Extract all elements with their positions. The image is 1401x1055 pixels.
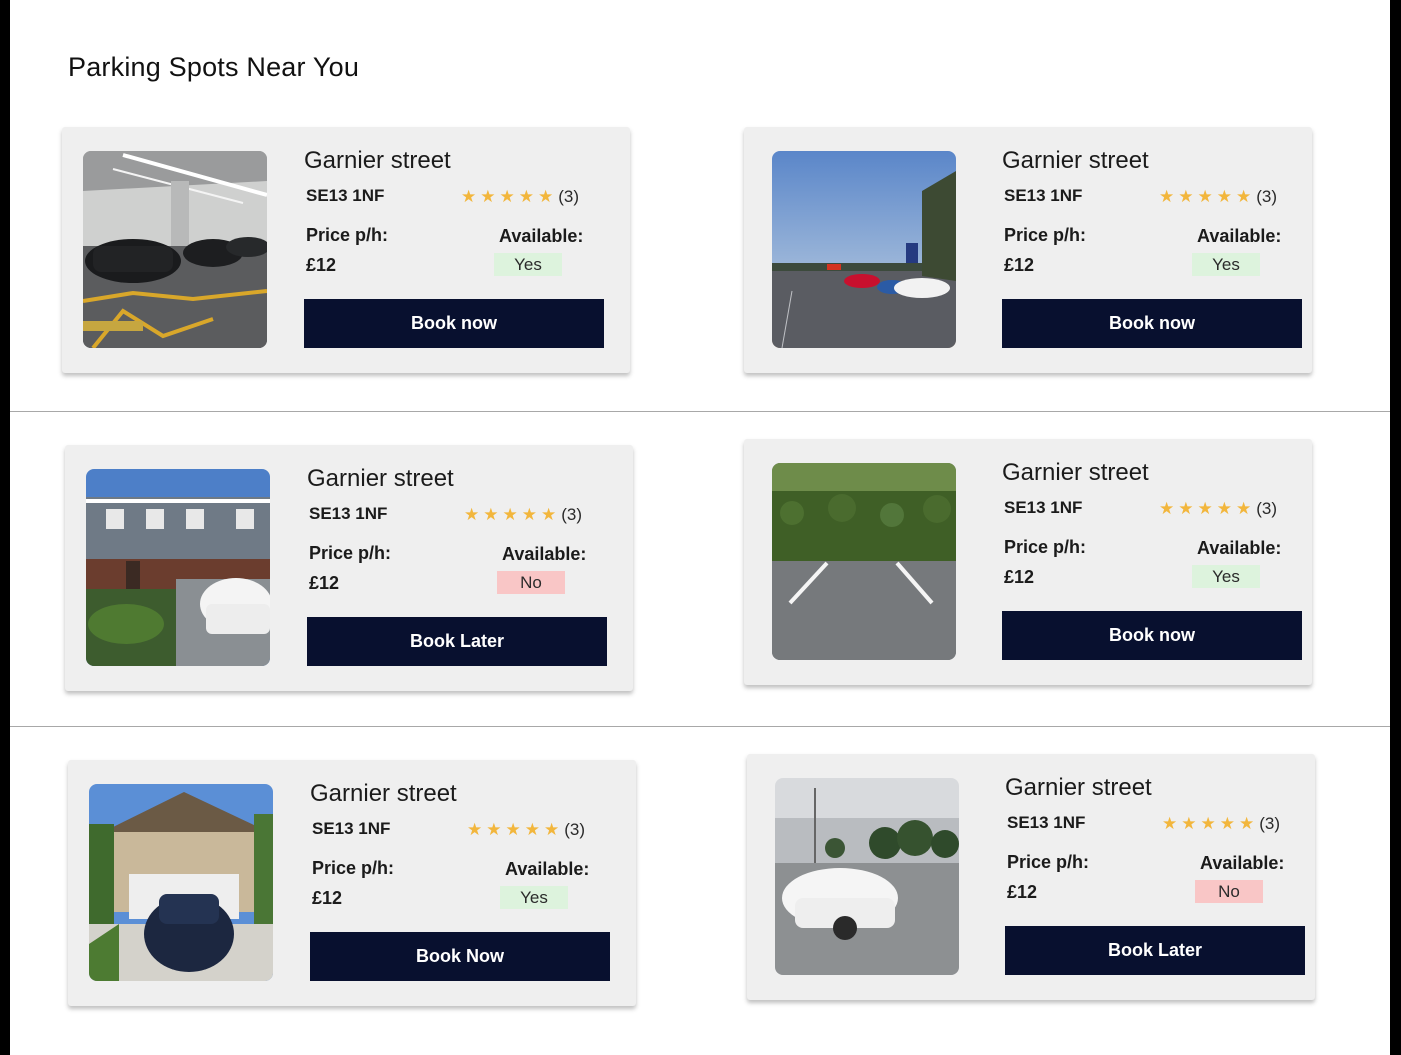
- price-label: Price p/h:: [1004, 225, 1087, 245]
- rating-count: (3): [558, 187, 579, 206]
- rating: ★★★★★ (3): [464, 505, 582, 525]
- parking-card[interactable]: Garnier street SE13 1NF ★★★★★ (3) Price …: [65, 445, 633, 691]
- available-label: Available:: [1197, 538, 1282, 558]
- book-button[interactable]: Book Now: [310, 932, 610, 981]
- book-button[interactable]: Book Later: [1005, 926, 1305, 975]
- price-label: Price p/h:: [306, 225, 389, 245]
- outdoor-lot-dusk-photo: [772, 151, 956, 348]
- rating: ★★★★★ (3): [1159, 499, 1277, 519]
- price-label: Price p/h:: [309, 543, 392, 563]
- street-lot-white-car-photo: [775, 778, 959, 975]
- available-label: Available:: [1200, 853, 1285, 873]
- parking-card[interactable]: Garnier street SE13 1NF ★★★★★ (3) Price …: [744, 439, 1312, 685]
- available-label: Available:: [1197, 226, 1282, 246]
- price-value: £12: [306, 255, 337, 275]
- available-label: Available:: [502, 544, 587, 564]
- rating-count: (3): [1256, 187, 1277, 206]
- star-rating-icon: ★★★★★: [1162, 814, 1259, 834]
- price-value: £12: [309, 573, 340, 593]
- price-value: £12: [1004, 255, 1035, 275]
- availability-badge: Yes: [1192, 253, 1260, 276]
- indoor-garage-photo: [83, 151, 267, 348]
- postcode: SE13 1NF: [309, 504, 388, 523]
- book-button[interactable]: Book Later: [307, 617, 607, 666]
- row-divider: [10, 726, 1390, 727]
- available-label: Available:: [505, 859, 590, 879]
- available-label: Available:: [499, 226, 584, 246]
- garage-driveway-suv-photo: [89, 784, 273, 981]
- parking-card[interactable]: Garnier street SE13 1NF ★★★★★ (3) Price …: [747, 754, 1315, 1000]
- rating-count: (3): [564, 820, 585, 839]
- availability-badge: No: [497, 571, 565, 594]
- parking-card[interactable]: Garnier street SE13 1NF ★★★★★ (3) Price …: [68, 760, 636, 1006]
- price-value: £12: [312, 888, 343, 908]
- postcode: SE13 1NF: [1007, 813, 1086, 832]
- rating-count: (3): [1256, 499, 1277, 518]
- rating-count: (3): [1259, 814, 1280, 833]
- page-title: Parking Spots Near You: [68, 52, 360, 82]
- row-divider: [10, 411, 1390, 412]
- star-rating-icon: ★★★★★: [461, 187, 558, 207]
- postcode: SE13 1NF: [1004, 186, 1083, 205]
- book-button[interactable]: Book now: [1002, 299, 1302, 348]
- parking-card[interactable]: Garnier street SE13 1NF ★★★★★ (3) Price …: [62, 127, 630, 373]
- house-driveway-photo: [86, 469, 270, 666]
- street-name: Garnier street: [1002, 459, 1149, 486]
- star-rating-icon: ★★★★★: [467, 820, 564, 840]
- availability-badge: No: [1195, 880, 1263, 903]
- star-rating-icon: ★★★★★: [1159, 187, 1256, 207]
- price-label: Price p/h:: [1004, 537, 1087, 557]
- availability-badge: Yes: [1192, 565, 1260, 588]
- street-name: Garnier street: [310, 780, 457, 807]
- star-rating-icon: ★★★★★: [464, 505, 561, 525]
- price-label: Price p/h:: [1007, 852, 1090, 872]
- postcode: SE13 1NF: [1004, 498, 1083, 517]
- rating: ★★★★★ (3): [467, 820, 585, 840]
- hedge-parking-bay-photo: [772, 463, 956, 660]
- rating: ★★★★★ (3): [461, 187, 579, 207]
- street-name: Garnier street: [307, 465, 454, 492]
- rating-count: (3): [561, 505, 582, 524]
- street-name: Garnier street: [1002, 147, 1149, 174]
- price-value: £12: [1004, 567, 1035, 587]
- price-label: Price p/h:: [312, 858, 395, 878]
- book-button[interactable]: Book now: [1002, 611, 1302, 660]
- page: Parking Spots Near You Garnier street SE…: [10, 0, 1390, 1055]
- postcode: SE13 1NF: [312, 819, 391, 838]
- street-name: Garnier street: [1005, 774, 1152, 801]
- price-value: £12: [1007, 882, 1038, 902]
- availability-badge: Yes: [500, 886, 568, 909]
- availability-badge: Yes: [494, 253, 562, 276]
- star-rating-icon: ★★★★★: [1159, 499, 1256, 519]
- rating: ★★★★★ (3): [1162, 814, 1280, 834]
- postcode: SE13 1NF: [306, 186, 385, 205]
- street-name: Garnier street: [304, 147, 451, 174]
- parking-card[interactable]: Garnier street SE13 1NF ★★★★★ (3) Price …: [744, 127, 1312, 373]
- book-button[interactable]: Book now: [304, 299, 604, 348]
- rating: ★★★★★ (3): [1159, 187, 1277, 207]
